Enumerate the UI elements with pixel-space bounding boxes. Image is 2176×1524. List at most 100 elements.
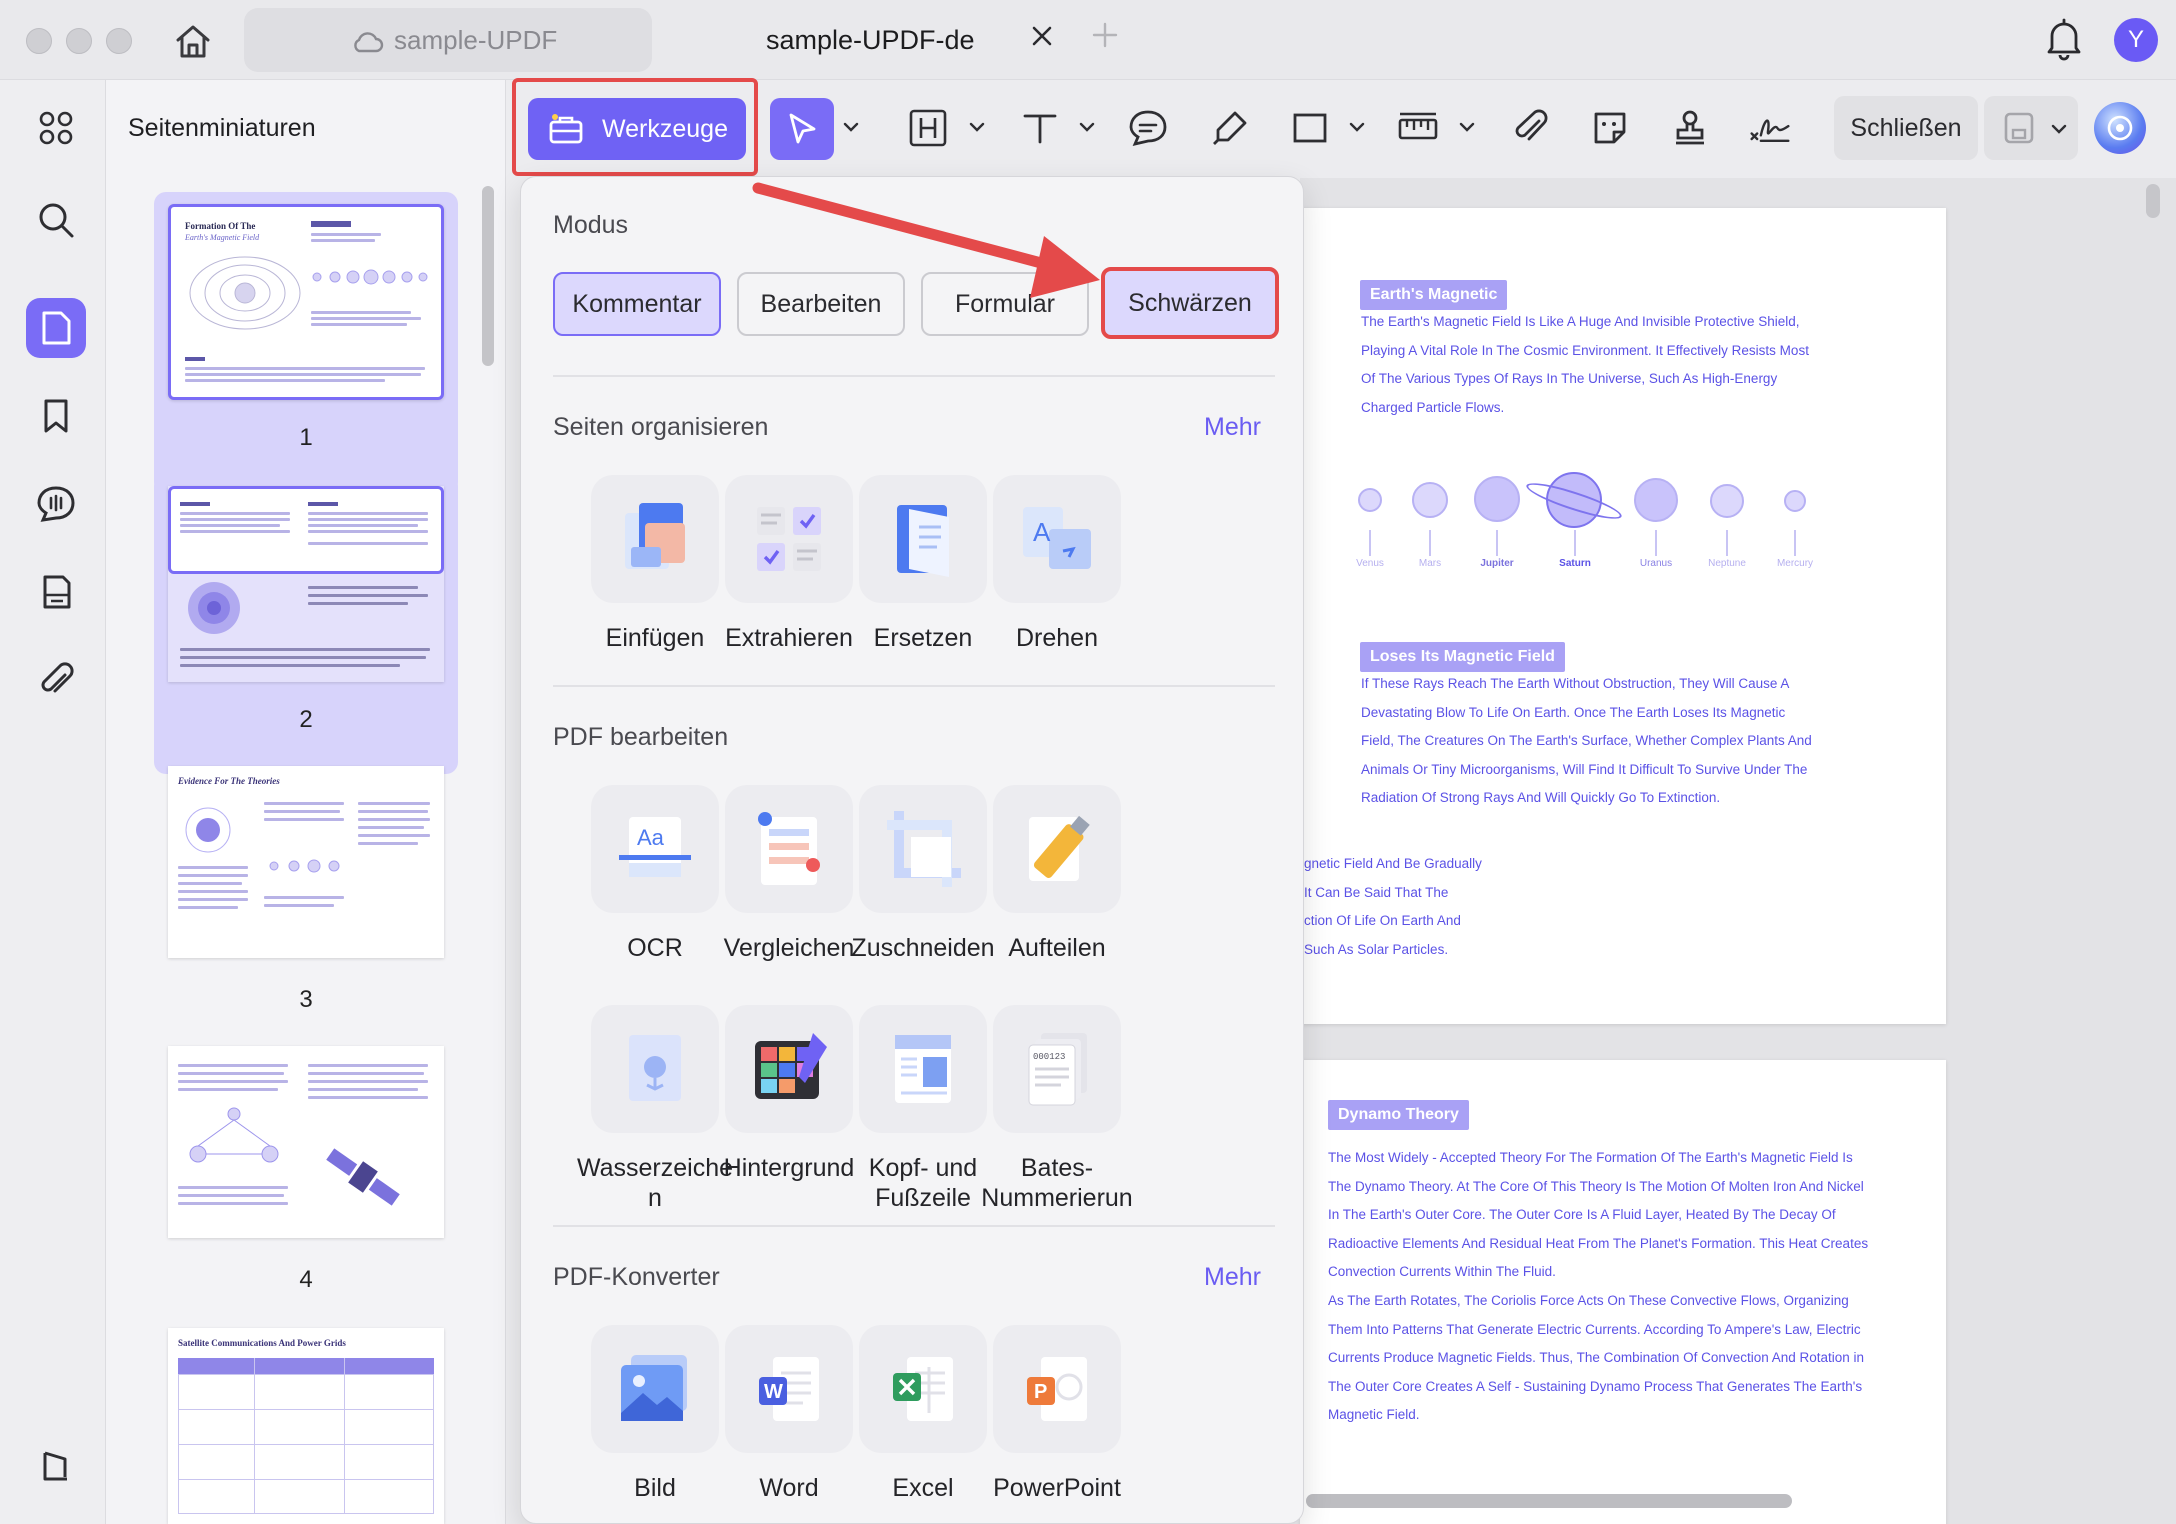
layers-icon: [43, 1451, 67, 1481]
sticker-tool-button[interactable]: [1588, 106, 1632, 150]
save-menu-button[interactable]: [1984, 96, 2078, 160]
mode-form-button[interactable]: Formular: [921, 272, 1089, 336]
close-tools-button[interactable]: Schließen: [1834, 96, 1978, 160]
paragraph-line: Magnetic Field.: [1328, 1407, 1420, 1422]
comment-icon: [37, 486, 75, 522]
paragraph-line: Field, The Creatures On The Earth's Surf…: [1361, 733, 1812, 748]
thumbnail-page-1[interactable]: Formation Of The Earth's Magnetic Field …: [154, 192, 458, 494]
document-horizontal-scrollbar[interactable]: [1306, 1494, 1792, 1508]
thumb-text: Earth's Magnetic Field: [185, 233, 260, 242]
window-minimize-dot[interactable]: [66, 28, 92, 54]
thumbnail-scrollbar[interactable]: [482, 186, 494, 366]
planets-row: [312, 269, 428, 285]
heading-tool-button[interactable]: [906, 106, 950, 150]
bell-icon[interactable]: [2044, 16, 2084, 62]
chevron-down-icon[interactable]: [842, 118, 860, 136]
window-close-dot[interactable]: [26, 28, 52, 54]
ai-assistant-icon: [2107, 115, 2133, 141]
tool-rotate[interactable]: A Drehen: [965, 475, 1149, 653]
convert-powerpoint[interactable]: P PowerPoint: [965, 1325, 1149, 1503]
planets-row: [269, 859, 340, 873]
thumbnail-page-4[interactable]: 4: [154, 1034, 458, 1334]
thumbnail-page-2[interactable]: 2: [154, 474, 458, 774]
stamp-icon: [1676, 110, 1704, 145]
paragraph-line: The Dynamo Theory. At The Core Of This T…: [1328, 1179, 1864, 1194]
panel-title: Seitenminiaturen: [128, 114, 316, 142]
tool-label: PowerPoint: [993, 1474, 1121, 1502]
cloud-icon: [354, 32, 384, 53]
highlighter-tool-button[interactable]: [1208, 106, 1252, 150]
comment-tool-button[interactable]: [1126, 106, 1170, 150]
measure-tool-button[interactable]: [1396, 106, 1440, 150]
paragraph-line: Devastating Blow To Life On Earth. Once …: [1361, 705, 1786, 720]
chevron-down-icon[interactable]: [1348, 118, 1366, 136]
cutter-icon: [1029, 815, 1090, 881]
paragraph-line: Them Into Patterns That Generate Electri…: [1328, 1322, 1861, 1337]
paragraph-line: If These Rays Reach The Earth Without Ob…: [1361, 676, 1790, 691]
tool-label: Bates- Nummerierun: [981, 1154, 1133, 1212]
svg-text:W: W: [764, 1381, 783, 1403]
save-icon: [2004, 112, 2034, 144]
chevron-down-icon[interactable]: [968, 118, 986, 136]
thumbnail-page-3[interactable]: Evidence For The Theories 3: [154, 754, 458, 1054]
mode-redact-button[interactable]: Schwärzen: [1101, 267, 1279, 339]
document-viewport[interactable]: Earth's Magnetic The Earth's Magnetic Fi…: [1300, 178, 2176, 1524]
attach-tool-button[interactable]: [1508, 106, 1552, 150]
thumbnails-button[interactable]: [26, 298, 86, 358]
paragraph-line: As The Earth Rotates, The Coriolis Force…: [1328, 1293, 1849, 1308]
tool-bates[interactable]: 000123 Bates- Nummerierun: [965, 1005, 1149, 1213]
avatar[interactable]: Y: [2114, 18, 2158, 62]
home-button[interactable]: [170, 18, 216, 64]
thumbnail-number: 3: [299, 986, 313, 1013]
thumb-text: Evidence For The Theories: [178, 776, 280, 786]
forms-button[interactable]: [26, 562, 86, 622]
home-icon: [176, 25, 210, 58]
signature-tool-button[interactable]: [1748, 106, 1792, 150]
close-icon[interactable]: [1028, 22, 1056, 50]
thumbnail-number: 1: [299, 424, 313, 451]
organize-more-link[interactable]: Mehr: [1204, 413, 1261, 442]
tool-label: Aufteilen: [1008, 934, 1106, 962]
svg-text:A: A: [1033, 517, 1051, 547]
chevron-down-icon[interactable]: [1458, 118, 1476, 136]
chevron-down-icon[interactable]: [1078, 118, 1096, 136]
mode-edit-button[interactable]: Bearbeiten: [737, 272, 905, 336]
tab-sample-updf[interactable]: sample-UPDF: [244, 8, 652, 72]
document-vertical-scrollbar[interactable]: [2146, 184, 2160, 218]
divider: [553, 685, 1275, 687]
divider: [553, 1225, 1275, 1227]
ai-assistant-button[interactable]: [2094, 102, 2146, 154]
section-heading: Dynamo Theory: [1328, 1100, 1469, 1130]
comments-button[interactable]: [26, 474, 86, 534]
shape-tool-button[interactable]: [1288, 106, 1332, 150]
paragraph-line: Radioactive Elements And Residual Heat F…: [1328, 1236, 1869, 1251]
image-icon: [621, 1355, 687, 1421]
tab-sample-updf-de[interactable]: sample-UPDF-de: [700, 8, 1120, 72]
text-tool-button[interactable]: [1018, 106, 1062, 150]
powerpoint-icon: P: [1027, 1357, 1087, 1421]
paragraph-line: It Can Be Said That The: [1304, 885, 1449, 900]
grid-icon: [39, 111, 73, 145]
excel-icon: [893, 1357, 953, 1421]
select-tool-button[interactable]: [770, 98, 834, 160]
add-tab-icon[interactable]: [1090, 20, 1120, 50]
attachments-button[interactable]: [26, 650, 86, 710]
tool-label: Drehen: [1016, 624, 1098, 652]
left-icon-rail: [0, 80, 106, 1524]
layers-button[interactable]: [26, 1436, 86, 1496]
extract-pages-icon: [757, 507, 821, 571]
tool-split[interactable]: Aufteilen: [965, 785, 1149, 963]
apps-button[interactable]: [26, 98, 86, 158]
bookmark-icon: [44, 399, 68, 433]
bookmarks-button[interactable]: [26, 386, 86, 446]
search-button[interactable]: [26, 190, 86, 250]
window-zoom-dot[interactable]: [106, 28, 132, 54]
paragraph-line: gnetic Field And Be Gradually: [1304, 856, 1482, 871]
thumbnail-page-5[interactable]: Satellite Communications And Power Grids: [154, 1316, 458, 1524]
orbit-diagram: [185, 807, 231, 853]
stamp-tool-button[interactable]: [1668, 106, 1712, 150]
signature-icon: [1750, 119, 1790, 143]
paragraph-line: The Most Widely - Accepted Theory For Th…: [1328, 1150, 1853, 1165]
mode-comment-button[interactable]: Kommentar: [553, 272, 721, 336]
converter-more-link[interactable]: Mehr: [1204, 1263, 1261, 1292]
